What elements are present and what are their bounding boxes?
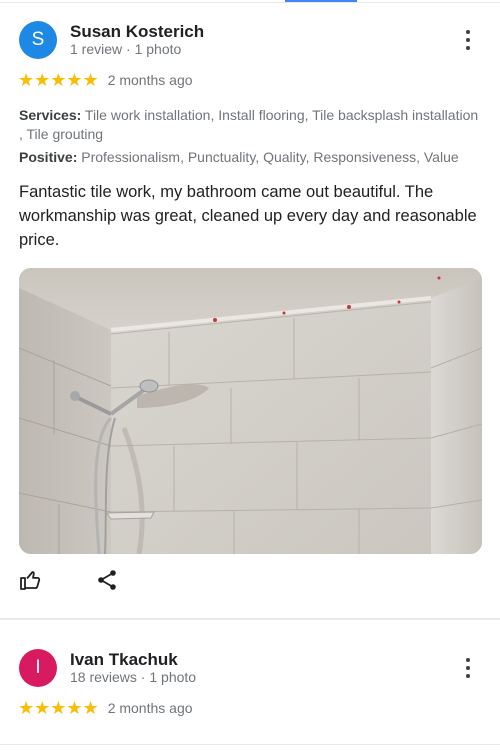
avatar[interactable]: S bbox=[19, 21, 57, 59]
services-value: Tile work installation, Install flooring… bbox=[19, 107, 479, 142]
reviewer-name[interactable]: Ivan Tkachuk bbox=[70, 650, 178, 670]
more-vert-icon[interactable] bbox=[458, 656, 478, 680]
bottom-divider bbox=[0, 744, 500, 745]
rating-row: ★★★★★ 2 months ago bbox=[18, 70, 193, 90]
more-vert-icon[interactable] bbox=[458, 28, 478, 52]
avatar[interactable]: I bbox=[19, 649, 57, 687]
positive-label: Positive: bbox=[19, 149, 78, 165]
review-text: Fantastic tile work, my bathroom came ou… bbox=[19, 183, 477, 249]
star-rating: ★★★★★ bbox=[18, 70, 99, 90]
review-date: 2 months ago bbox=[107, 72, 193, 88]
services-attribute: Services: Tile work installation, Instal… bbox=[19, 106, 484, 144]
thumb-up-icon[interactable] bbox=[19, 568, 43, 592]
review-date: 2 months ago bbox=[107, 700, 193, 716]
review-photo[interactable] bbox=[19, 268, 482, 554]
reviewer-meta: 1 review · 1 photo bbox=[70, 41, 182, 57]
positive-attribute: Positive: Professionalism, Punctuality, … bbox=[19, 148, 484, 167]
services-label: Services: bbox=[19, 107, 82, 123]
rating-row: ★★★★★ 2 months ago bbox=[18, 698, 193, 718]
reviewer-meta: 18 reviews · 1 photo bbox=[70, 669, 197, 685]
reviewer-name[interactable]: Susan Kosterich bbox=[70, 22, 204, 42]
review-divider bbox=[0, 618, 500, 620]
share-icon[interactable] bbox=[95, 568, 119, 592]
review-actions bbox=[19, 568, 119, 592]
top-divider bbox=[0, 2, 500, 3]
star-rating: ★★★★★ bbox=[18, 698, 99, 718]
positive-value: Professionalism, Punctuality, Quality, R… bbox=[77, 149, 459, 165]
